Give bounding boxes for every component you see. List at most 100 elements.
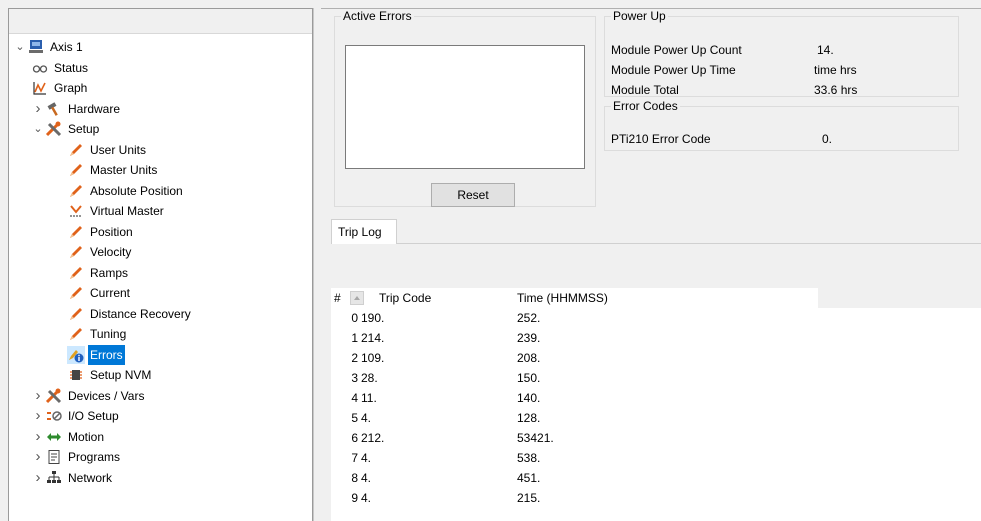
expand-chevron-icon[interactable]: › (31, 99, 45, 119)
error-codes-title: Error Codes (613, 99, 678, 113)
tree-item-label: Virtual Master (90, 204, 164, 218)
pencil-icon (67, 284, 85, 302)
pencil-icon (67, 182, 85, 200)
trip-log-row[interactable]: 3 28. 150. (331, 368, 818, 388)
trip-log-row[interactable]: 0 190. 252. (331, 308, 818, 328)
expand-chevron-icon[interactable]: › (31, 468, 45, 488)
trip-log-header: # Trip Code Time (HHMMSS) (331, 288, 818, 308)
power-up-time-label: Module Power Up Time (611, 63, 736, 77)
pencil-icon (67, 264, 85, 282)
graph-icon (31, 79, 49, 97)
trip-code-cell: 4. (361, 451, 372, 465)
tree-item-network[interactable]: › Network (31, 468, 114, 488)
panel-splitter[interactable] (313, 8, 321, 521)
trip-log-row[interactable]: 2 109. 208. (331, 348, 818, 368)
tree-item-label: Tuning (90, 327, 127, 341)
power-up-time-value: time hrs (814, 63, 857, 77)
tree-item-label: Distance Recovery (90, 306, 191, 321)
pencil-icon (67, 243, 85, 261)
trip-log-panel: # Trip Code Time (HHMMSS) 0 190. 252. 1 214.… (331, 244, 981, 521)
tree-header (9, 9, 312, 34)
tree-item-programs[interactable]: › Programs (31, 447, 122, 467)
trip-code-cell: 11. (361, 391, 377, 405)
trip-time-cell: 239. (517, 331, 541, 345)
tab-trip-log[interactable]: Trip Log (331, 219, 397, 245)
trip-index-cell: 3 (351, 371, 358, 385)
trip-time-cell: 538. (517, 451, 541, 465)
power-up-count-row: Module Power Up Count 14. (611, 40, 951, 60)
tree-item-setup-nvm[interactable]: Setup NVM (67, 365, 153, 385)
tools-icon (45, 387, 63, 405)
expand-chevron-icon[interactable]: › (31, 427, 45, 447)
trip-time-cell: 150. (517, 371, 541, 385)
tree-item-hardware[interactable]: › Hardware (31, 99, 122, 119)
active-errors-list[interactable] (345, 45, 585, 169)
module-total-row: Module Total 33.6 hrs (611, 80, 951, 100)
module-total-label: Module Total (611, 83, 679, 97)
tree-item-label: Status (54, 60, 89, 75)
column-header-index[interactable]: # (334, 288, 341, 308)
sort-arrow-icon[interactable] (350, 291, 364, 305)
tree-item-setup[interactable]: ⌄ Setup (31, 119, 101, 139)
tree-item-tuning[interactable]: Tuning (67, 324, 128, 344)
column-header-time[interactable]: Time (HHMMSS) (517, 288, 608, 308)
pencil-icon (67, 305, 85, 323)
pencil-icon (67, 325, 85, 343)
tree-item-label: Absolute Position (90, 183, 183, 198)
tree-item-label: User Units (90, 142, 147, 157)
trip-index-cell: 8 (351, 471, 358, 485)
tree-item-virtual-master[interactable]: Virtual Master (67, 201, 166, 221)
power-up-title: Power Up (613, 9, 666, 23)
error-codes-group: Error Codes PTi210 Error Code 0. (604, 99, 959, 151)
tree-item-ramps[interactable]: Ramps (67, 263, 130, 283)
trip-code-cell: 212. (361, 431, 385, 445)
column-header-trip-code[interactable]: Trip Code (379, 288, 431, 308)
trip-log-row[interactable]: 8 4. 451. (331, 468, 818, 488)
tree-item-motion[interactable]: › Motion (31, 427, 106, 447)
tree-item-axis-1[interactable]: ⌄ Axis 1 (13, 37, 85, 57)
collapse-chevron-icon[interactable]: ⌄ (13, 37, 27, 57)
tree-item-current[interactable]: Current (67, 283, 132, 303)
tree-item-graph[interactable]: Graph (31, 78, 89, 98)
pencil-icon (67, 141, 85, 159)
tree-item-master-units[interactable]: Master Units (67, 160, 159, 180)
trip-index-cell: 1 (351, 331, 358, 345)
tree-item-label: Ramps (90, 265, 129, 280)
tree-item-label: Errors (88, 344, 125, 365)
network-icon (45, 469, 63, 487)
expand-chevron-icon[interactable]: › (31, 447, 45, 467)
trip-log-row[interactable]: 9 4. 215. (331, 488, 818, 508)
power-up-count-value: 14. (817, 43, 834, 57)
trip-log-row[interactable]: 6 212. 53421. (331, 428, 818, 448)
active-errors-title: Active Errors (343, 9, 412, 23)
tree-item-velocity[interactable]: Velocity (67, 242, 133, 262)
tree-item-absolute-position[interactable]: Absolute Position (67, 181, 185, 201)
tree-item-label: Master Units (90, 163, 158, 177)
trip-log-row[interactable]: 4 11. 140. (331, 388, 818, 408)
tree-item-i-o-setup[interactable]: › I/O Setup (31, 406, 121, 426)
trip-time-cell: 140. (517, 391, 541, 405)
module-total-value: 33.6 hrs (814, 83, 858, 97)
collapse-chevron-icon[interactable]: ⌄ (31, 119, 45, 139)
trip-log-row[interactable]: 7 4. 538. (331, 448, 818, 468)
trip-code-cell: 190. (361, 311, 385, 325)
virtual-master-icon (67, 202, 85, 220)
tree-item-user-units[interactable]: User Units (67, 140, 148, 160)
trip-code-cell: 4. (361, 491, 372, 505)
tree-item-distance-recovery[interactable]: Distance Recovery (67, 304, 193, 324)
tree-item-label: Current (90, 286, 131, 300)
navigation-tree: ⌄ Axis 1 Status Graph › Hardware ⌄ Setup User Un… (8, 8, 313, 521)
trip-log-row[interactable]: 1 214. 239. (331, 328, 818, 348)
tree-item-position[interactable]: Position (67, 222, 135, 242)
trip-log-row[interactable]: 5 4. 128. (331, 408, 818, 428)
trip-code-cell: 109. (361, 351, 385, 365)
tree-item-devices-vars[interactable]: › Devices / Vars (31, 386, 146, 406)
expand-chevron-icon[interactable]: › (31, 406, 45, 426)
tree-item-errors[interactable]: Errors (67, 344, 125, 365)
tree-item-status[interactable]: Status (31, 58, 90, 78)
tree-item-label: I/O Setup (68, 409, 119, 423)
trip-time-cell: 215. (517, 491, 541, 505)
expand-chevron-icon[interactable]: › (31, 386, 45, 406)
trip-index-cell: 0 (351, 311, 358, 325)
reset-button[interactable]: Reset (431, 183, 515, 207)
